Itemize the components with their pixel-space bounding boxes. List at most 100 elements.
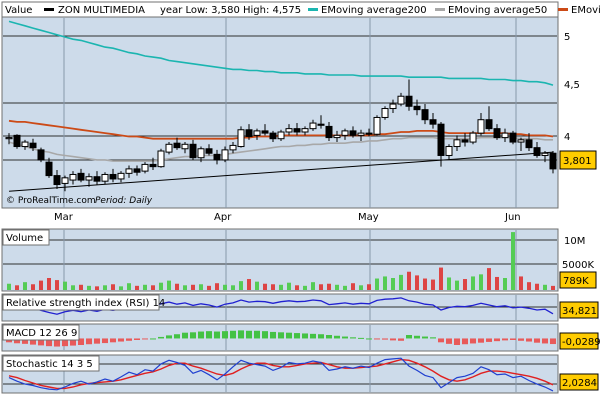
volume-bar (71, 285, 75, 290)
ema50-swatch (435, 8, 445, 11)
price-tick-4: 4 (564, 132, 570, 143)
macd-bar (470, 338, 476, 344)
macd-bar (214, 331, 220, 339)
macd-bar (430, 337, 436, 339)
volume-bar (95, 286, 99, 290)
ema50-label: EMoving average50 (448, 5, 547, 16)
ema20-swatch (558, 8, 568, 11)
volume-bar (455, 280, 459, 290)
volume-bar (103, 285, 107, 290)
macd-bar (270, 331, 276, 339)
volume-bar (79, 284, 83, 290)
macd-bar (278, 332, 284, 339)
macd-bar (246, 330, 252, 339)
candle-body (493, 128, 501, 139)
volume-bar (439, 267, 443, 290)
macd-bar (134, 338, 140, 340)
candle-body (477, 119, 485, 134)
volume-bar (175, 283, 179, 290)
volume-bar (207, 285, 211, 290)
macd-bar (118, 338, 124, 342)
volume-bar (391, 278, 395, 290)
volume-bar (127, 283, 131, 290)
candle-body (77, 172, 85, 181)
volume-bar (183, 285, 187, 290)
month-axis: Mar Apr May Jun (54, 212, 521, 223)
macd-bar (462, 338, 468, 345)
value-label: Value (5, 5, 32, 16)
volume-bar (47, 278, 51, 290)
stock-chart: Value ZON MULTIMEDIA year Low: 3,580 Hig… (1, 1, 600, 394)
candle-body (549, 152, 557, 170)
macd-bar (342, 336, 348, 339)
ema200-label: EMoving average200 (321, 5, 427, 16)
macd-bar (414, 335, 420, 339)
macd-bar (534, 338, 540, 343)
volume-bar (447, 277, 451, 290)
macd-bar (390, 338, 396, 341)
volume-bar (359, 285, 363, 290)
candle-body (389, 103, 397, 110)
volume-bar (247, 279, 251, 290)
candle-body (5, 137, 13, 140)
period-label: Period: Daily (95, 196, 153, 206)
macd-bar (542, 338, 548, 344)
candle-body (517, 139, 525, 143)
volume-bar (479, 274, 483, 290)
macd-bar (198, 331, 204, 339)
candle-body (213, 153, 221, 161)
candle-body (533, 147, 541, 156)
macd-bar (230, 330, 236, 339)
candle-body (397, 95, 405, 105)
volume-bar (503, 278, 507, 290)
macd-bar (126, 338, 132, 341)
rsi-title: Relative strength index (RSI) 14 (6, 298, 165, 309)
macd-bar (446, 338, 452, 344)
instrument-swatch (44, 8, 54, 11)
volume-bar (55, 280, 59, 290)
volume-bar (367, 284, 371, 290)
macd-bar (174, 334, 180, 339)
candle-body (293, 128, 301, 133)
candle-body (269, 132, 277, 140)
price-tick-5: 5 (564, 32, 570, 43)
macd-bar (454, 338, 460, 345)
macd-bar (318, 334, 324, 339)
candle-body (317, 123, 325, 126)
candle-body (349, 130, 357, 136)
candle-body (253, 130, 261, 136)
volume-bar (495, 276, 499, 290)
volume-bar (375, 278, 379, 290)
candle-body (469, 132, 477, 143)
volume-tick-10m: 10M (564, 236, 585, 247)
macd-bar (438, 338, 444, 343)
candle-body (309, 122, 317, 130)
macd-bar (366, 338, 372, 340)
macd-bar (550, 338, 556, 345)
volume-bar (231, 285, 235, 290)
volume-bar (511, 232, 515, 290)
candle-body (85, 176, 93, 181)
candle-body (421, 109, 429, 121)
price-panel-bg (1, 1, 559, 209)
volume-bar (327, 283, 331, 290)
volume-bar (159, 282, 163, 290)
volume-bar (351, 283, 355, 290)
candle-body (509, 132, 517, 143)
chart-root: Value ZON MULTIMEDIA year Low: 3,580 Hig… (0, 0, 600, 400)
candle-body (61, 177, 69, 184)
candle-body (157, 150, 165, 168)
candle-body (13, 134, 21, 148)
macd-bar (478, 338, 484, 343)
candle-body (69, 173, 77, 181)
volume-bar (119, 286, 123, 290)
volume-bar (471, 276, 475, 290)
volume-bar (319, 284, 323, 290)
candle-body (445, 146, 453, 156)
macd-bar (166, 335, 172, 339)
volume-bar (143, 284, 147, 290)
candle-body (189, 143, 197, 159)
macd-bar (494, 338, 500, 342)
macd-bar (254, 330, 260, 339)
macd-bar (94, 338, 100, 344)
